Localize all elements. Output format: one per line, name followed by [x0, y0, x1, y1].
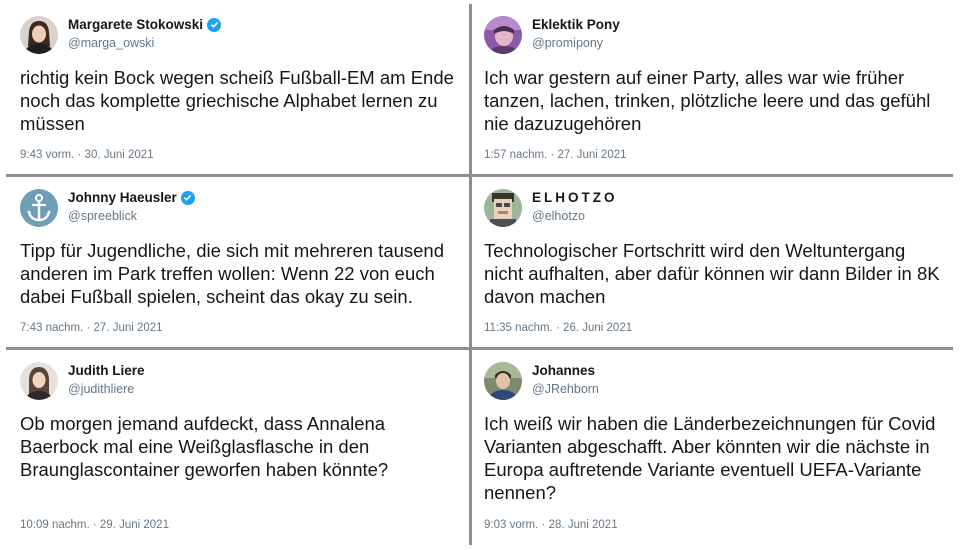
tweet-timestamp[interactable]: 7:43 nachm. · 27. Juni 2021 — [20, 322, 163, 334]
avatar[interactable] — [484, 189, 522, 227]
avatar[interactable] — [20, 189, 58, 227]
tweet-timestamp[interactable]: 1:57 nachm. · 27. Juni 2021 — [484, 149, 627, 161]
purple-portrait-icon — [484, 16, 522, 54]
avatar[interactable] — [484, 16, 522, 54]
author-name[interactable]: Johannes — [532, 363, 595, 378]
woman-portrait-icon — [20, 16, 58, 54]
author-handle[interactable]: @judithliere — [68, 382, 134, 396]
author-name-row: Eklektik Pony — [532, 17, 620, 32]
tweet-text: richtig kein Bock wegen scheiß Fußball-E… — [20, 67, 454, 134]
author-name-row: ELHOTZO — [532, 190, 618, 205]
author-handle[interactable]: @spreeblick — [68, 209, 137, 223]
tweet-text: Ich weiß wir haben die Länderbezeichnung… — [484, 413, 936, 503]
verified-badge-icon — [180, 190, 195, 205]
tweet-timestamp[interactable]: 10:09 nachm. · 29. Juni 2021 — [20, 519, 169, 531]
author-name[interactable]: ELHOTZO — [532, 190, 618, 205]
tweet-card[interactable]: Johnny Haeusler @spreeblick Tipp für Jug… — [6, 177, 472, 350]
author-name-row: Margarete Stokowski — [68, 17, 222, 32]
author-handle[interactable]: @JRehborn — [532, 382, 599, 396]
tweet-card[interactable]: Eklektik Pony @promipony Ich war gestern… — [472, 4, 953, 177]
avatar[interactable] — [20, 362, 58, 400]
author-name[interactable]: Eklektik Pony — [532, 17, 620, 32]
tweet-text: Technologischer Fortschritt wird den Wel… — [484, 240, 940, 307]
tweet-timestamp[interactable]: 11:35 nachm. · 26. Juni 2021 — [484, 322, 632, 334]
author-handle[interactable]: @elhotzo — [532, 209, 585, 223]
tweet-card[interactable]: Johannes @JRehborn Ich weiß wir haben di… — [472, 350, 953, 545]
author-name[interactable]: Margarete Stokowski — [68, 17, 203, 32]
tweet-timestamp[interactable]: 9:03 vorm. · 28. Juni 2021 — [484, 519, 618, 531]
woman-portrait-icon — [20, 362, 58, 400]
author-name-row: Johannes — [532, 363, 595, 378]
author-handle[interactable]: @marga_owski — [68, 36, 154, 50]
tweet-text: Tipp für Jugendliche, die sich mit mehre… — [20, 240, 445, 307]
pixelated-face-icon — [484, 189, 522, 227]
anchor-icon — [20, 189, 58, 227]
author-name-row: Judith Liere — [68, 363, 145, 378]
author-name[interactable]: Johnny Haeusler — [68, 190, 177, 205]
man-portrait-icon — [484, 362, 522, 400]
avatar[interactable] — [20, 16, 58, 54]
tweet-card[interactable]: Margarete Stokowski @marga_owski richtig… — [6, 4, 472, 177]
tweet-card[interactable]: ELHOTZO @elhotzo Technologischer Fortsch… — [472, 177, 953, 350]
avatar[interactable] — [484, 362, 522, 400]
tweet-grid: Margarete Stokowski @marga_owski richtig… — [6, 4, 953, 545]
tweet-card[interactable]: Judith Liere @judithliere Ob morgen jema… — [6, 350, 472, 545]
tweet-text: Ob morgen jemand aufdeckt, dass Annalena… — [20, 413, 389, 480]
author-name-row: Johnny Haeusler — [68, 190, 195, 205]
tweet-timestamp[interactable]: 9:43 vorm. · 30. Juni 2021 — [20, 149, 154, 161]
author-name[interactable]: Judith Liere — [68, 363, 145, 378]
tweet-text: Ich war gestern auf einer Party, alles w… — [484, 67, 931, 134]
author-handle[interactable]: @promipony — [532, 36, 603, 50]
verified-badge-icon — [207, 17, 222, 32]
